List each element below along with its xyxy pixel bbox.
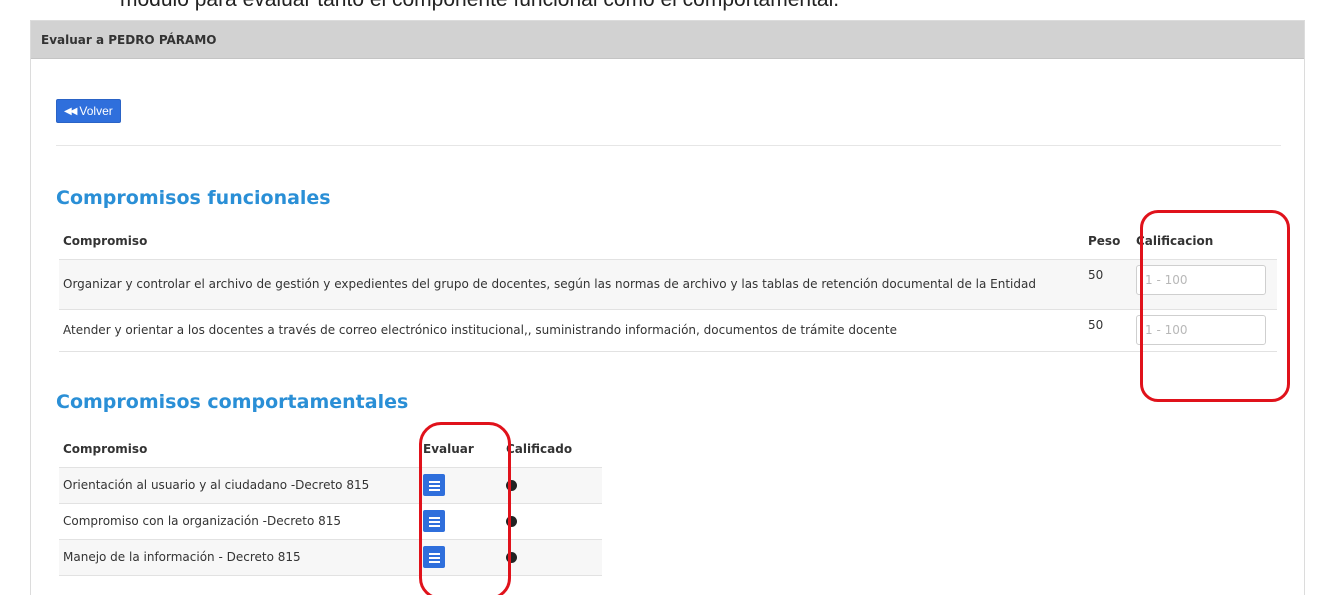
peso-cell: 50 — [1084, 259, 1132, 310]
status-dot-icon — [506, 552, 517, 563]
compromiso-cell: Organizar y controlar el archivo de gest… — [59, 259, 1084, 310]
divider — [56, 145, 1281, 146]
column-header-compromiso: Compromiso — [59, 431, 419, 468]
evaluation-panel: Evaluar a PEDRO PÁRAMO ◀◀ Volver Comprom… — [30, 20, 1305, 595]
calificado-cell — [502, 539, 602, 576]
calificacion-input[interactable] — [1136, 314, 1266, 345]
compromiso-cell: Orientación al usuario y al ciudadano -D… — [59, 467, 419, 504]
list-check-icon — [428, 516, 440, 527]
evaluar-cell — [419, 539, 502, 576]
back-button-label: Volver — [79, 104, 113, 118]
table-row: Manejo de la información - Decreto 815 — [59, 539, 602, 576]
evaluate-button[interactable] — [423, 510, 445, 532]
column-header-compromiso: Compromiso — [59, 223, 1084, 260]
behavioral-section-title: Compromisos comportamentales — [56, 391, 409, 413]
peso-cell: 50 — [1084, 309, 1132, 352]
behavioral-table: Compromiso Evaluar Calificado Orientació… — [59, 431, 602, 576]
evaluar-cell — [419, 503, 502, 540]
functional-section-title: Compromisos funcionales — [56, 187, 331, 209]
column-header-calificado: Calificado — [502, 431, 602, 468]
evaluate-button[interactable] — [423, 546, 445, 568]
panel-title: Evaluar a PEDRO PÁRAMO — [31, 21, 1304, 59]
double-left-arrow-icon: ◀◀ — [64, 105, 77, 117]
status-dot-icon — [506, 516, 517, 527]
calificacion-input[interactable] — [1136, 264, 1266, 295]
functional-table: Compromiso Peso Calificacion Organizar y… — [59, 223, 1277, 352]
table-row: Compromiso con la organización -Decreto … — [59, 503, 602, 540]
calificacion-cell — [1132, 309, 1277, 352]
compromiso-cell: Atender y orientar a los docentes a trav… — [59, 309, 1084, 352]
table-row: Organizar y controlar el archivo de gest… — [59, 259, 1277, 310]
evaluate-button[interactable] — [423, 474, 445, 496]
evaluar-cell — [419, 467, 502, 504]
calificado-cell — [502, 467, 602, 504]
list-check-icon — [428, 552, 440, 563]
calificado-cell — [502, 503, 602, 540]
document-caption: módulo para evaluar tanto el componente … — [120, 0, 1220, 12]
column-header-evaluar: Evaluar — [419, 431, 502, 468]
compromiso-cell: Manejo de la información - Decreto 815 — [59, 539, 419, 576]
calificacion-cell — [1132, 259, 1277, 310]
status-dot-icon — [506, 480, 517, 491]
list-check-icon — [428, 480, 440, 491]
column-header-peso: Peso — [1084, 223, 1132, 260]
compromiso-cell: Compromiso con la organización -Decreto … — [59, 503, 419, 540]
back-button[interactable]: ◀◀ Volver — [56, 99, 121, 123]
table-row: Orientación al usuario y al ciudadano -D… — [59, 467, 602, 504]
table-row: Atender y orientar a los docentes a trav… — [59, 309, 1277, 352]
column-header-calificacion: Calificacion — [1132, 223, 1277, 260]
